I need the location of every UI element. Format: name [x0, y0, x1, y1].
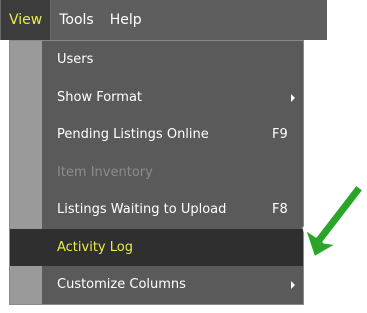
view-menu-list: Users Show Format Pending Listings Onlin… [10, 41, 303, 304]
menu-item-label: Activity Log [57, 239, 133, 255]
menu-item-label: Show Format [57, 89, 143, 105]
menu-item-shortcut: F8 [272, 202, 288, 217]
menu-item-shortcut: F9 [272, 127, 288, 142]
menubar-item-tools[interactable]: Tools [51, 0, 102, 40]
menu-item-label: Pending Listings Online [57, 127, 209, 142]
menu-item-label: Item Inventory [57, 164, 153, 180]
menu-item-pending-listings-online[interactable]: Pending Listings Online F9 [10, 116, 303, 154]
menu-item-customize-columns[interactable]: Customize Columns [10, 266, 303, 304]
menu-item-label: Customize Columns [57, 277, 186, 292]
menu-item-label: Listings Waiting to Upload [57, 202, 227, 217]
menubar: View Tools Help [0, 0, 327, 40]
menu-item-listings-waiting-to-upload[interactable]: Listings Waiting to Upload F8 [10, 191, 303, 229]
menubar-item-view[interactable]: View [0, 0, 52, 40]
menu-item-item-inventory: Item Inventory [10, 154, 303, 192]
menu-item-show-format[interactable]: Show Format [10, 79, 303, 117]
menu-item-users[interactable]: Users [10, 41, 303, 79]
view-menu-dropdown: Users Show Format Pending Listings Onlin… [9, 40, 304, 305]
chevron-right-icon [291, 93, 295, 102]
green-arrow-icon [302, 182, 366, 260]
menubar-item-help[interactable]: Help [102, 0, 150, 40]
chevron-right-icon [291, 281, 295, 289]
menu-item-label: Users [57, 52, 94, 67]
menu-item-activity-log[interactable]: Activity Log [10, 228, 303, 266]
